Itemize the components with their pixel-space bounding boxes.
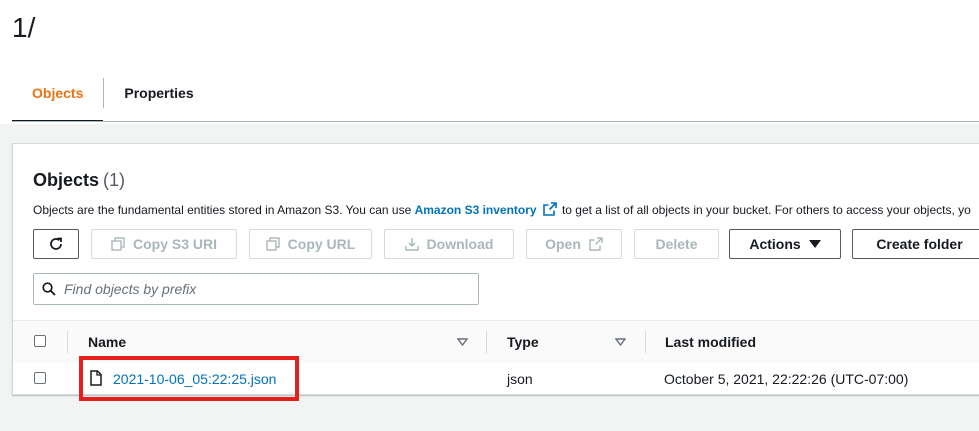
panel-title: Objects (1) [33, 169, 125, 191]
tab-objects[interactable]: Objects [12, 72, 104, 122]
column-header-type[interactable]: Type [507, 334, 539, 350]
object-count: (1) [103, 170, 126, 190]
file-icon [90, 370, 102, 386]
objects-panel: Objects (1) Objects are the fundamental e… [12, 143, 979, 395]
search-icon [42, 282, 56, 296]
column-header-last-modified[interactable]: Last modified [665, 334, 756, 350]
copy-icon [111, 237, 125, 251]
object-last-modified: October 5, 2021, 22:22:26 (UTC-07:00) [664, 371, 909, 387]
refresh-button[interactable] [33, 229, 79, 259]
sort-caret-icon[interactable] [457, 338, 468, 346]
actions-label: Actions [749, 236, 801, 252]
table-row: 2021-10-06_05:22:25.json json October 5,… [13, 363, 979, 393]
description-text-after: to get a list of all objects in your buc… [558, 203, 971, 217]
search-input[interactable] [64, 274, 464, 304]
open-button[interactable]: Open [526, 229, 622, 259]
object-type: json [507, 371, 533, 387]
copy-icon [265, 237, 280, 251]
panel-description: Objects are the fundamental entities sto… [33, 202, 971, 220]
tabs-underline [12, 121, 979, 122]
column-divider [67, 331, 68, 353]
copy-url-button[interactable]: Copy URL [249, 229, 372, 259]
column-divider [645, 331, 646, 353]
delete-label: Delete [655, 236, 698, 252]
row-checkbox[interactable] [34, 372, 46, 384]
delete-button[interactable]: Delete [634, 229, 719, 259]
copy-s3-uri-label: Copy S3 URI [132, 236, 217, 252]
panel-title-text: Objects [33, 170, 100, 190]
open-label: Open [545, 236, 581, 252]
actions-dropdown[interactable]: Actions [729, 229, 841, 259]
copy-url-label: Copy URL [287, 236, 356, 252]
tab-properties[interactable]: Properties [104, 72, 213, 114]
external-link-icon [589, 237, 603, 251]
download-icon [404, 238, 419, 251]
download-button[interactable]: Download [384, 229, 514, 259]
object-name-link[interactable]: 2021-10-06_05:22:25.json [113, 371, 276, 387]
tab-bar: Objects Properties [12, 72, 214, 122]
column-header-name[interactable]: Name [88, 334, 126, 350]
s3-inventory-link[interactable]: Amazon S3 inventory [415, 203, 537, 217]
refresh-icon [50, 237, 62, 250]
column-divider [486, 331, 487, 353]
copy-s3-uri-button[interactable]: Copy S3 URI [91, 229, 237, 259]
page-header: 1/ Objects Properties [0, 0, 979, 124]
table-header: Name Type Last modified [13, 320, 979, 364]
select-all-checkbox[interactable] [34, 335, 46, 347]
page-title: 1/ [12, 12, 36, 43]
create-folder-label: Create folder [876, 236, 963, 252]
download-label: Download [426, 236, 494, 252]
sort-caret-icon[interactable] [615, 338, 626, 346]
caret-down-icon [808, 240, 821, 248]
create-folder-button[interactable]: Create folder [852, 229, 979, 259]
search-box [33, 273, 479, 305]
external-link-icon[interactable] [542, 202, 557, 220]
description-text-before: Objects are the fundamental entities sto… [33, 203, 415, 217]
